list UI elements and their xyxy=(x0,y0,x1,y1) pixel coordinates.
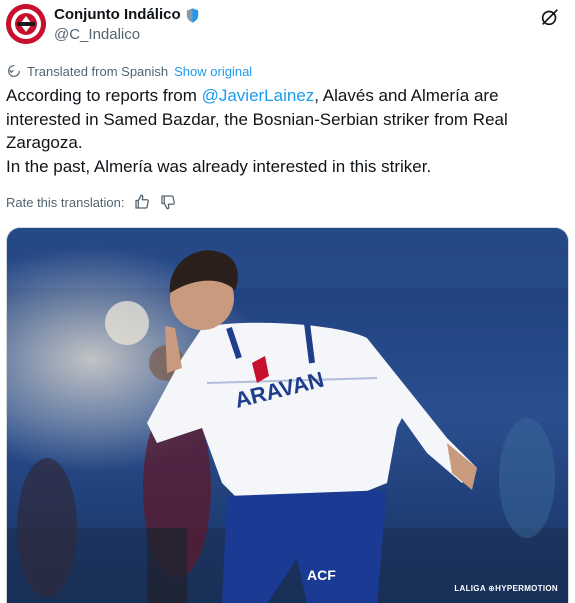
translation-notice-text: Translated from Spanish xyxy=(27,63,169,79)
globe-translate-icon xyxy=(8,65,20,77)
author-handle[interactable]: @C_Indalico xyxy=(54,25,201,45)
show-original-link[interactable]: Show original xyxy=(174,64,252,79)
player-celebration-photo: ARAVAN ACF xyxy=(7,228,568,603)
shield-verified-icon xyxy=(186,7,198,23)
tweet-paragraph-2: In the past, Almería was already interes… xyxy=(6,156,432,176)
author-display-name-text[interactable]: Conjunto Indálico xyxy=(54,5,181,25)
mention-link[interactable]: @JavierLainez xyxy=(202,86,315,105)
thumbs-down-icon[interactable] xyxy=(159,193,177,211)
translation-notice: Translated from Spanish Show original xyxy=(6,62,252,80)
grok-icon[interactable] xyxy=(539,6,561,28)
rate-translation-label: Rate this translation: xyxy=(6,194,125,210)
tweet-paragraph-1: According to reports from @JavierLainez,… xyxy=(6,84,566,155)
tweet-header: Conjunto Indálico @C_Indalico xyxy=(6,4,569,46)
author-names: Conjunto Indálico @C_Indalico xyxy=(54,5,201,45)
club-crest-icon xyxy=(6,4,46,44)
tweet-photo[interactable]: ARAVAN ACF LALIGA ⊕HYPERMOTION xyxy=(6,227,569,603)
thumbs-up-icon[interactable] xyxy=(133,193,151,211)
laliga-watermark: LALIGA ⊕HYPERMOTION xyxy=(454,584,558,593)
tweet-body: According to reports from @JavierLainez,… xyxy=(6,84,566,178)
author-display-name[interactable]: Conjunto Indálico xyxy=(54,5,201,25)
rate-translation: Rate this translation: xyxy=(6,193,177,211)
tweet-text-pre: According to reports from xyxy=(6,86,202,105)
shorts-sponsor-text: ACF xyxy=(307,567,336,583)
avatar[interactable] xyxy=(6,4,46,44)
